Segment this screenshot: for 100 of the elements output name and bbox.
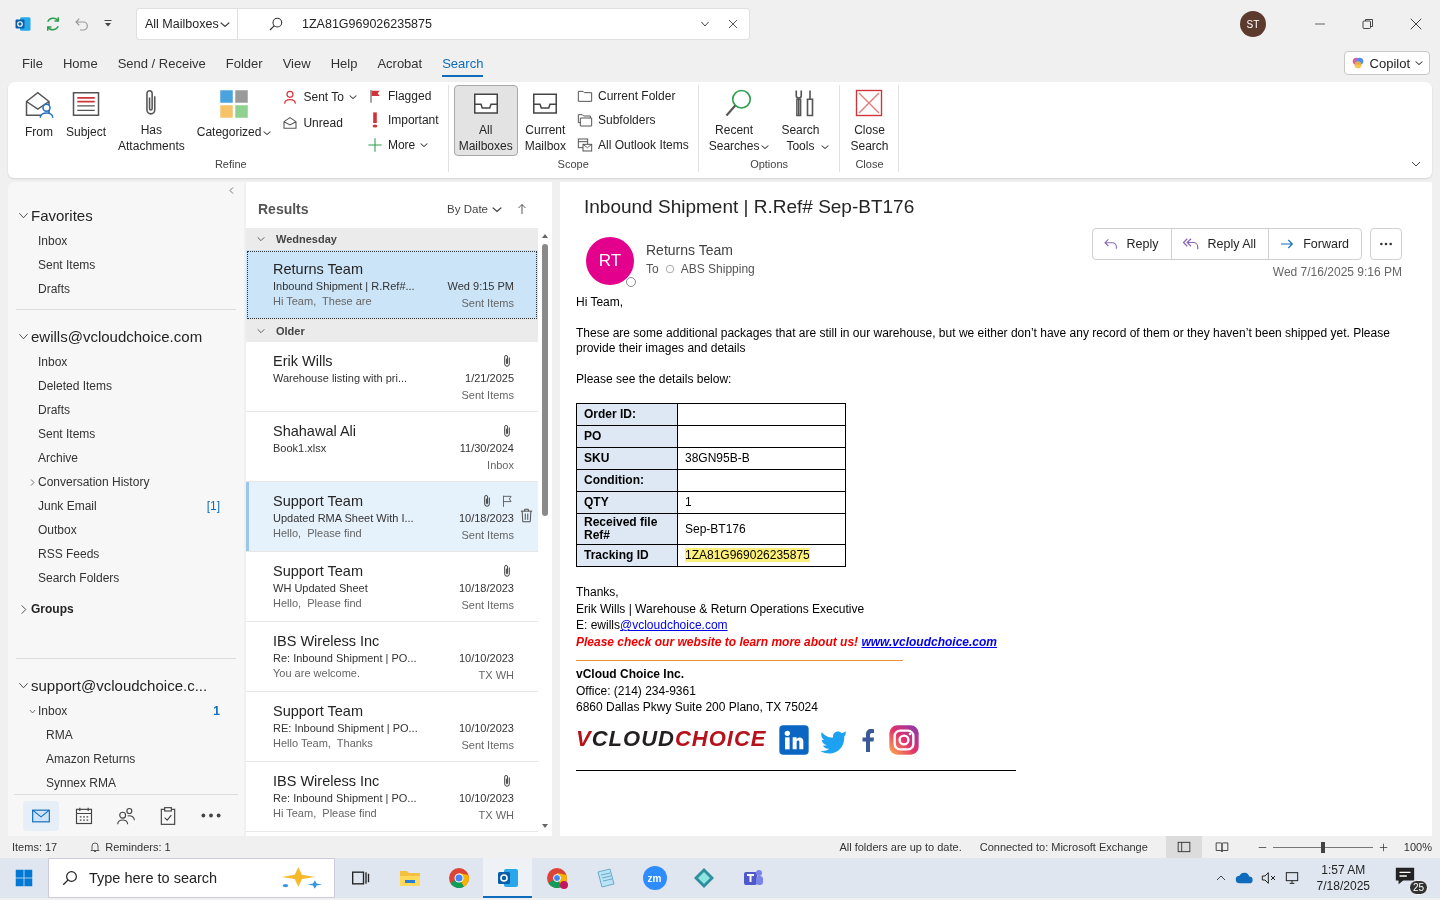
- windows-icon[interactable]: [15, 869, 33, 887]
- ribbon-button[interactable]: Subfolders: [577, 111, 689, 130]
- folder-item[interactable]: Synnex RMA: [8, 771, 244, 794]
- menu-tab[interactable]: Search: [432, 48, 494, 78]
- zoom-slider-thumb[interactable]: [1320, 841, 1325, 853]
- account-avatar[interactable]: ST: [1240, 11, 1266, 37]
- folder-item[interactable]: Archive: [8, 446, 244, 470]
- ribbon-button[interactable]: Sent To: [282, 87, 357, 107]
- search-input[interactable]: 1ZA81G969026235875: [300, 16, 683, 32]
- ribbon-button[interactable]: Has Attachments: [113, 85, 190, 156]
- message-item[interactable]: Support Team Updated RMA Sheet With I... Hello, Please find 10/18/2023 Sent Items: [246, 482, 538, 552]
- message-item[interactable]: Support Team WH Updated Sheet Hello, Please find 10/18/2023 Sent Items: [246, 552, 538, 622]
- address: 6860 Dallas Pkwy Suite 200 Plano, TX 75024: [576, 699, 819, 716]
- folder-item[interactable]: Amazon Returns: [8, 747, 244, 771]
- message-item[interactable]: Returns Team Inbound Shipment | R.Ref#... Hi Team, These are Wed 9:15 PM Sent Items: [246, 250, 538, 320]
- folder-item[interactable]: Deleted Items: [8, 374, 244, 398]
- trash-icon[interactable]: [519, 508, 534, 523]
- notifications-button[interactable]: 25: [1392, 861, 1428, 895]
- module-button[interactable]: [23, 800, 60, 831]
- ribbon-button[interactable]: Important: [366, 111, 439, 130]
- reading-view-icon[interactable]: [1214, 840, 1229, 854]
- linkedin-icon[interactable]: [778, 723, 811, 756]
- message-item[interactable]: Support Team RE: Inbound Shipment | PO... Hello Team, Thanks 10/10/2023 Sent Items: [246, 692, 538, 762]
- restore-icon[interactable]: [1362, 18, 1374, 30]
- speaker-muted-icon[interactable]: [1260, 870, 1277, 886]
- email-link[interactable]: @vcloudchoice.com: [620, 618, 728, 632]
- scroll-up-icon[interactable]: [541, 232, 549, 240]
- search-box[interactable]: 1ZA81G969026235875: [238, 8, 750, 40]
- monitor-icon[interactable]: [1284, 870, 1301, 886]
- reminders-count[interactable]: Reminders: 1: [105, 841, 171, 853]
- taskbar-clock[interactable]: 1:57 AM 7/18/2025: [1316, 862, 1370, 894]
- copilot-button[interactable]: Copilot: [1343, 51, 1430, 75]
- ribbon-button[interactable]: Current Folder: [577, 87, 689, 106]
- groups-header[interactable]: Groups: [8, 596, 244, 622]
- ribbon-button[interactable]: Search Tools: [776, 85, 835, 156]
- sync-icon[interactable]: [44, 15, 62, 33]
- action-button[interactable]: Reply: [1092, 229, 1172, 259]
- flag-icon[interactable]: [500, 494, 514, 508]
- ribbon-button[interactable]: All Mailboxes: [453, 85, 518, 156]
- ribbon-button[interactable]: Current Mailbox: [519, 85, 571, 156]
- menu-tab[interactable]: Folder: [215, 48, 273, 78]
- folder-item[interactable]: RMA: [8, 723, 244, 747]
- field-label: PO: [576, 425, 678, 448]
- menu-tab[interactable]: File: [12, 48, 53, 78]
- recipient-name[interactable]: ABS Shipping: [680, 262, 755, 276]
- close-icon[interactable]: [1409, 17, 1423, 31]
- taskbar-app[interactable]: [483, 858, 532, 898]
- folder-item[interactable]: Sent Items: [8, 422, 244, 446]
- sort-dropdown[interactable]: By Date: [447, 203, 502, 215]
- arrow-up-icon[interactable]: [516, 203, 528, 215]
- menu-tab[interactable]: Help: [320, 48, 368, 78]
- instagram-icon[interactable]: [888, 723, 921, 756]
- menu-tab[interactable]: Send / Receive: [107, 48, 216, 78]
- ribbon-button[interactable]: More: [366, 135, 439, 154]
- action-button[interactable]: Reply All: [1171, 229, 1270, 259]
- mailbox-scope-dropdown[interactable]: All Mailboxes: [136, 8, 238, 40]
- plus-icon[interactable]: [1378, 842, 1388, 852]
- scroll-down-icon[interactable]: [541, 822, 549, 830]
- menu-tab[interactable]: View: [272, 48, 321, 78]
- ribbon-button[interactable]: From: [19, 85, 59, 156]
- group-header[interactable]: Older: [246, 320, 538, 342]
- zoom-level[interactable]: 100%: [1403, 841, 1432, 853]
- message-item[interactable]: Erik Wills Warehouse listing with pri... 1/21/2025 Sent Items: [246, 342, 538, 412]
- message-item[interactable]: IBS Wireless Inc Re: Inbound Shipment | PO... You are welcome. 10/10/2023 TX WH: [246, 622, 538, 692]
- folder-item[interactable]: Inbox: [8, 229, 244, 253]
- ribbon-button[interactable]: Categorized: [191, 85, 277, 156]
- sender-name[interactable]: Returns Team: [646, 242, 755, 258]
- normal-view-icon[interactable]: [1176, 840, 1191, 854]
- folder-item[interactable]: Outbox: [8, 518, 244, 542]
- menu-tab[interactable]: Acrobat: [367, 48, 433, 78]
- scroll-thumb[interactable]: [542, 244, 548, 516]
- to-label: To: [646, 262, 659, 276]
- action-button[interactable]: Forward: [1269, 229, 1361, 259]
- website-link[interactable]: www.vcloudchoice.com: [861, 634, 998, 649]
- account-header[interactable]: ewills@vcloudchoice.com: [8, 322, 244, 350]
- ribbon-button[interactable]: Unread: [282, 113, 357, 133]
- taskbar-search-field[interactable]: Type here to search: [48, 858, 335, 898]
- folder-item[interactable]: Search Folders: [8, 566, 244, 590]
- folder-item[interactable]: Drafts: [8, 398, 244, 422]
- ribbon-button[interactable]: Flagged: [366, 87, 439, 106]
- folder-item[interactable]: Sent Items: [8, 253, 244, 277]
- message-item[interactable]: IBS Wireless Inc Re: Inbound Shipment | PO... Hi Team, Please find 10/10/2023 TX WH: [246, 762, 538, 832]
- folder-item[interactable]: RSS Feeds: [8, 542, 244, 566]
- folder-item[interactable]: Inbox: [8, 350, 244, 374]
- menu-tab[interactable]: Home: [52, 48, 108, 78]
- ribbon-button[interactable]: Recent Searches: [703, 85, 775, 156]
- folder-item[interactable]: Junk Email [1]: [8, 494, 244, 518]
- folder-item[interactable]: Conversation History: [8, 470, 244, 494]
- ribbon-button[interactable]: Subject: [61, 85, 112, 156]
- folder-item[interactable]: Drafts: [8, 277, 244, 301]
- folder-item[interactable]: Inbox 1: [8, 699, 244, 723]
- ribbon-button[interactable]: Close Search: [845, 85, 894, 156]
- close-icon[interactable]: [727, 18, 739, 30]
- ribbon-button[interactable]: All Outlook Items: [577, 135, 689, 154]
- plus-icon: [366, 136, 383, 153]
- message-preview: Hello, Please find: [273, 526, 363, 541]
- group-header[interactable]: Wednesday: [246, 228, 538, 250]
- account-header[interactable]: Favorites: [8, 201, 244, 229]
- account-header[interactable]: support@vcloudchoice.c...: [8, 671, 244, 699]
- unread-count: [1]: [206, 499, 220, 513]
